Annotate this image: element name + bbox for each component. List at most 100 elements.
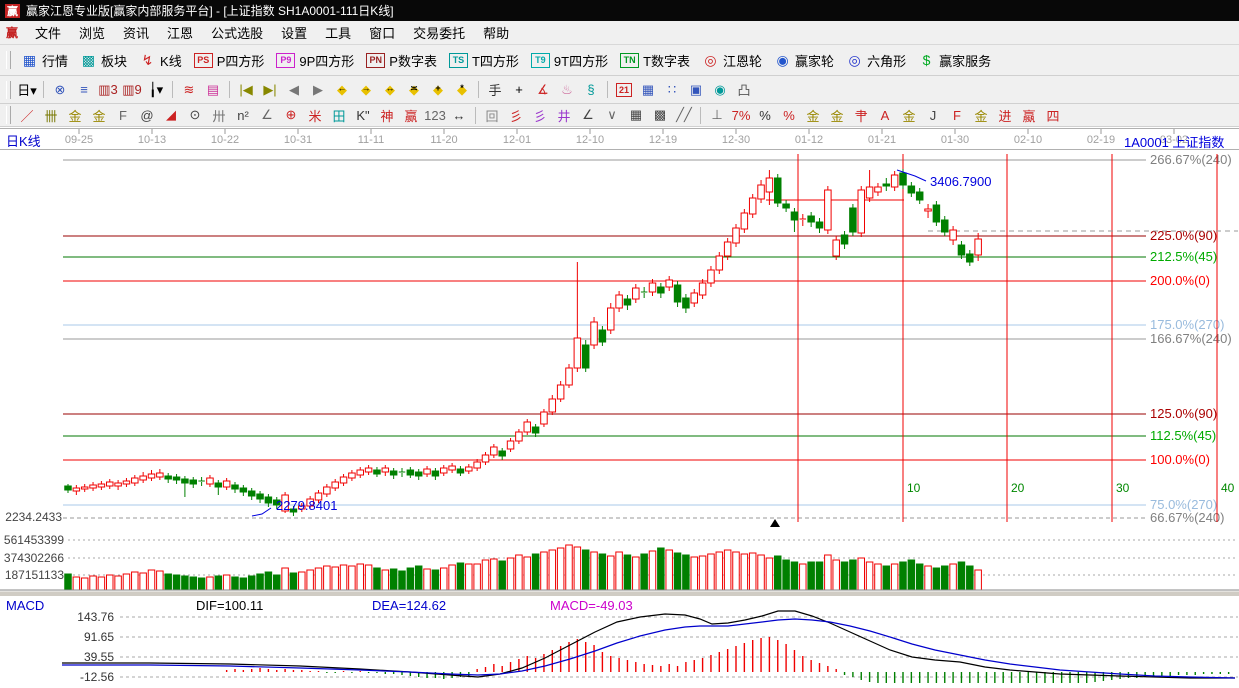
chart9-icon[interactable]: ▥9 (121, 79, 143, 100)
menu-item-9[interactable]: 帮助 (474, 24, 518, 43)
slant-icon[interactable]: ╱╱ (673, 105, 695, 126)
chart3-icon[interactable]: ▥3 (97, 79, 119, 100)
angle-measure-icon[interactable]: ∡ (532, 79, 554, 100)
pan-hand-icon[interactable]: 手 (484, 79, 506, 100)
calculator-icon[interactable]: ▦ (637, 79, 659, 100)
pct-line-icon[interactable]: % (778, 105, 800, 126)
histogram-icon[interactable]: ▤ (202, 79, 224, 100)
target-red-icon[interactable]: ⊕ (280, 105, 302, 126)
last-bar-icon[interactable]: ▶| (259, 79, 281, 100)
draw-knife-icon[interactable]: ／ (16, 105, 38, 126)
calendar-icon[interactable]: 21 (613, 79, 635, 100)
ruler123-icon[interactable]: 123 (424, 105, 446, 126)
gann-gold2-icon[interactable]: 金 (88, 105, 110, 126)
menu-item-7[interactable]: 窗口 (360, 24, 404, 43)
band-tool-icon[interactable]: ♨ (556, 79, 578, 100)
toolbar-button-quotes[interactable]: ▦行情 (15, 49, 74, 72)
menu-item-6[interactable]: 工具 (316, 24, 360, 43)
toolbar-button-t-square[interactable]: TST四方形 (443, 49, 525, 72)
toolbar-button-p-square[interactable]: PSP四方形 (188, 49, 271, 72)
toolbar-button-winner-service[interactable]: $赢家服务 (912, 49, 997, 72)
j-angle-icon[interactable]: J (922, 105, 944, 126)
toolbar-button-9p-square[interactable]: P99P四方形 (270, 49, 360, 72)
web-icon[interactable]: ◉ (709, 79, 731, 100)
menu-item-2[interactable]: 资讯 (114, 24, 158, 43)
marker-icon[interactable]: ◢ (160, 105, 182, 126)
span-icon[interactable]: ↔ (448, 105, 470, 126)
menu-item-0[interactable]: 文件 (26, 24, 70, 43)
web-red-icon[interactable]: 米 (304, 105, 326, 126)
menu-item-8[interactable]: 交易委托 (404, 24, 474, 43)
toolbar-button-gann-wheel[interactable]: ◎江恩轮 (696, 49, 768, 72)
gold-circle-icon[interactable]: 金 (802, 105, 824, 126)
n-squared-icon[interactable]: n² (232, 105, 254, 126)
toolbar-button-t-table[interactable]: TNT数字表 (614, 49, 696, 72)
save-icon[interactable]: ▣ (685, 79, 707, 100)
toolbar-grip[interactable] (6, 81, 11, 99)
flag-pen-icon[interactable]: 肀 (850, 105, 872, 126)
network-icon[interactable]: ⊗ (49, 79, 71, 100)
kline-style-dropdown-icon[interactable]: ╽▾ (145, 79, 167, 100)
k-quote-icon[interactable]: K" (352, 105, 374, 126)
pattern-red-icon[interactable]: ≋ (178, 79, 200, 100)
jin-angle-icon[interactable]: 进 (994, 105, 1016, 126)
wave-pattern-icon[interactable]: § (580, 79, 602, 100)
grid1-icon[interactable]: ▦ (625, 105, 647, 126)
pct7-icon[interactable]: 7% (730, 105, 752, 126)
menu-item-5[interactable]: 设置 (272, 24, 316, 43)
measure-icon[interactable]: ⊥ (706, 105, 728, 126)
toolbar-grip[interactable] (6, 106, 11, 124)
si-angle-icon[interactable]: 四 (1042, 105, 1064, 126)
ying-box-icon[interactable]: 蠃 (1018, 105, 1040, 126)
f-angle-icon[interactable]: F (946, 105, 968, 126)
shen-icon[interactable]: 神 (376, 105, 398, 126)
fan-red-icon[interactable]: 彡 (505, 105, 527, 126)
f-grid-icon[interactable]: F (112, 105, 134, 126)
comb2-icon[interactable]: 卅 (208, 105, 230, 126)
v-lines-icon[interactable]: ∨ (601, 105, 623, 126)
menu-item-3[interactable]: 江恩 (158, 24, 202, 43)
gann-add-icon[interactable]: ◆+ (427, 79, 449, 100)
kline-chart[interactable]: 09-2510-1310-2210-3111-1111-2012-0112-10… (0, 127, 1239, 683)
gann-shift-left-icon[interactable]: ◆← (331, 79, 353, 100)
period-day-dropdown-icon[interactable]: 日▾ (16, 79, 38, 100)
grid2-icon[interactable]: ▩ (649, 105, 671, 126)
menu-item-1[interactable]: 浏览 (70, 24, 114, 43)
first-bar-icon[interactable]: |◀ (235, 79, 257, 100)
wave-a-icon[interactable]: A (874, 105, 896, 126)
spiral-icon[interactable]: @ (136, 105, 158, 126)
document-icon[interactable]: ≡ (73, 79, 95, 100)
cycle-circle-icon[interactable]: ⊙ (184, 105, 206, 126)
frame-icon[interactable]: 回 (481, 105, 503, 126)
menu-item-4[interactable]: 公式选股 (202, 24, 272, 43)
toolbar-button-p-table[interactable]: PNP数字表 (360, 49, 443, 72)
gann-burst-icon[interactable]: ◆* (451, 79, 473, 100)
gann-shift-right-icon[interactable]: ◆→ (355, 79, 377, 100)
angle-lines-icon[interactable]: ∠ (577, 105, 599, 126)
toolbar-button-sectors[interactable]: ▩板块 (74, 49, 133, 72)
web-box-icon[interactable]: 田 (328, 105, 350, 126)
chart-canvas[interactable]: 09-2510-1310-2210-3111-1111-2012-0112-10… (0, 127, 1239, 683)
gold-line2-icon[interactable]: 金 (898, 105, 920, 126)
web-purple-icon[interactable]: 井 (553, 105, 575, 126)
gold-line-icon[interactable]: 金 (826, 105, 848, 126)
grid-comb-icon[interactable]: 卌 (40, 105, 62, 126)
gann-gold1-icon[interactable]: 金 (64, 105, 86, 126)
gold-angle-icon[interactable]: 金 (970, 105, 992, 126)
toolbar-button-kline[interactable]: ↯K线 (133, 49, 188, 72)
pct-icon[interactable]: % (754, 105, 776, 126)
angle-a-icon[interactable]: ∠ (256, 105, 278, 126)
crosshair-icon[interactable]: + (508, 79, 530, 100)
toolbar-grip[interactable] (6, 51, 11, 69)
toolbar-button-hexagon[interactable]: ◎六角形 (840, 49, 912, 72)
print-icon[interactable]: 凸 (733, 79, 755, 100)
gann-expand-icon[interactable]: ◆↔ (379, 79, 401, 100)
toolbar-button-9t-square[interactable]: T99T四方形 (525, 49, 614, 72)
gann-compress-icon[interactable]: ◆≍ (403, 79, 425, 100)
fan-box-icon[interactable]: 彡 (529, 105, 551, 126)
ying-icon[interactable]: 赢 (400, 105, 422, 126)
next-bar-icon[interactable]: ▶ (307, 79, 329, 100)
notes-icon[interactable]: ∷ (661, 79, 683, 100)
toolbar-button-winner-wheel[interactable]: ◉赢家轮 (768, 49, 840, 72)
prev-bar-icon[interactable]: ◀ (283, 79, 305, 100)
